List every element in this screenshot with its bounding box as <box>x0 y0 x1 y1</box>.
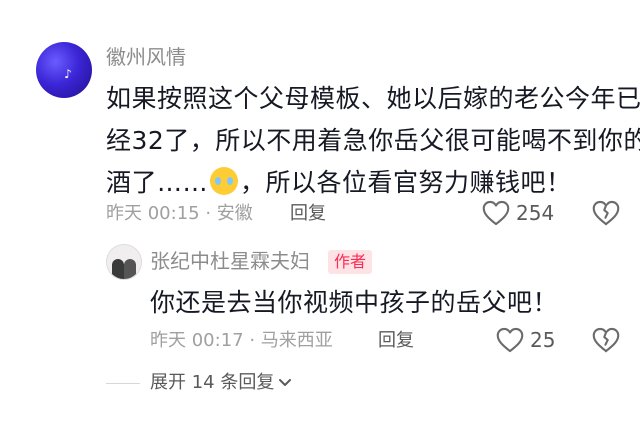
like-count: 25 <box>530 328 556 352</box>
expand-label: 展开 14 条回复 <box>150 372 275 393</box>
divider <box>106 383 140 384</box>
expand-replies-button[interactable]: 展开 14 条回复 <box>150 370 292 396</box>
comment-line: 如果按照这个父母模板、她以后嫁的老公今年已 <box>106 84 640 113</box>
heart-icon <box>482 200 510 226</box>
broken-heart-icon <box>592 327 620 353</box>
comment-line: 经32了，所以不用着急你岳父很可能喝不到你的 <box>106 126 640 155</box>
like-button[interactable]: 254 <box>482 200 554 226</box>
author-badge: 作者 <box>328 250 373 274</box>
comment-meta: 昨天 00:15 · 安徽 <box>106 203 253 224</box>
comment-text: 如果按照这个父母模板、她以后嫁的老公今年已 经32了，所以不用着急你岳父很可能喝… <box>106 78 640 204</box>
heart-icon <box>496 327 524 353</box>
reply-like-button[interactable]: 25 <box>496 327 555 353</box>
avatar[interactable]: ♪ <box>36 42 92 98</box>
reply-button[interactable]: 回复 <box>290 202 326 226</box>
comment-thread: ♪ 徽州风情 如果按照这个父母模板、她以后嫁的老公今年已 经32了，所以不用着急… <box>0 0 640 422</box>
reply-avatar[interactable] <box>106 244 142 280</box>
chevron-down-icon <box>278 378 292 388</box>
like-count: 254 <box>516 201 555 225</box>
tiktok-logo-icon: ♪ <box>64 67 72 81</box>
avatar-figure <box>112 259 124 279</box>
avatar-figure <box>124 259 136 279</box>
teary-face-emoji-icon <box>210 167 239 195</box>
comment-line-text: 酒了…… <box>106 168 209 197</box>
comment-line-tail: ，所以各位看官努力赚钱吧！ <box>240 168 572 197</box>
reply-dislike-button[interactable] <box>592 327 620 353</box>
comment-username[interactable]: 徽州风情 <box>106 44 186 70</box>
reply-text: 你还是去当你视频中孩子的岳父吧！ <box>150 288 559 317</box>
reply-username[interactable]: 张纪中杜星霖夫妇 <box>150 248 310 274</box>
reply-reply-button[interactable]: 回复 <box>378 329 414 353</box>
broken-heart-icon <box>592 200 620 226</box>
dislike-button[interactable] <box>592 200 620 226</box>
comment-line: 酒了…… ，所以各位看官努力赚钱吧！ <box>106 162 626 204</box>
reply-meta: 昨天 00:17 · 马来西亚 <box>150 330 333 351</box>
